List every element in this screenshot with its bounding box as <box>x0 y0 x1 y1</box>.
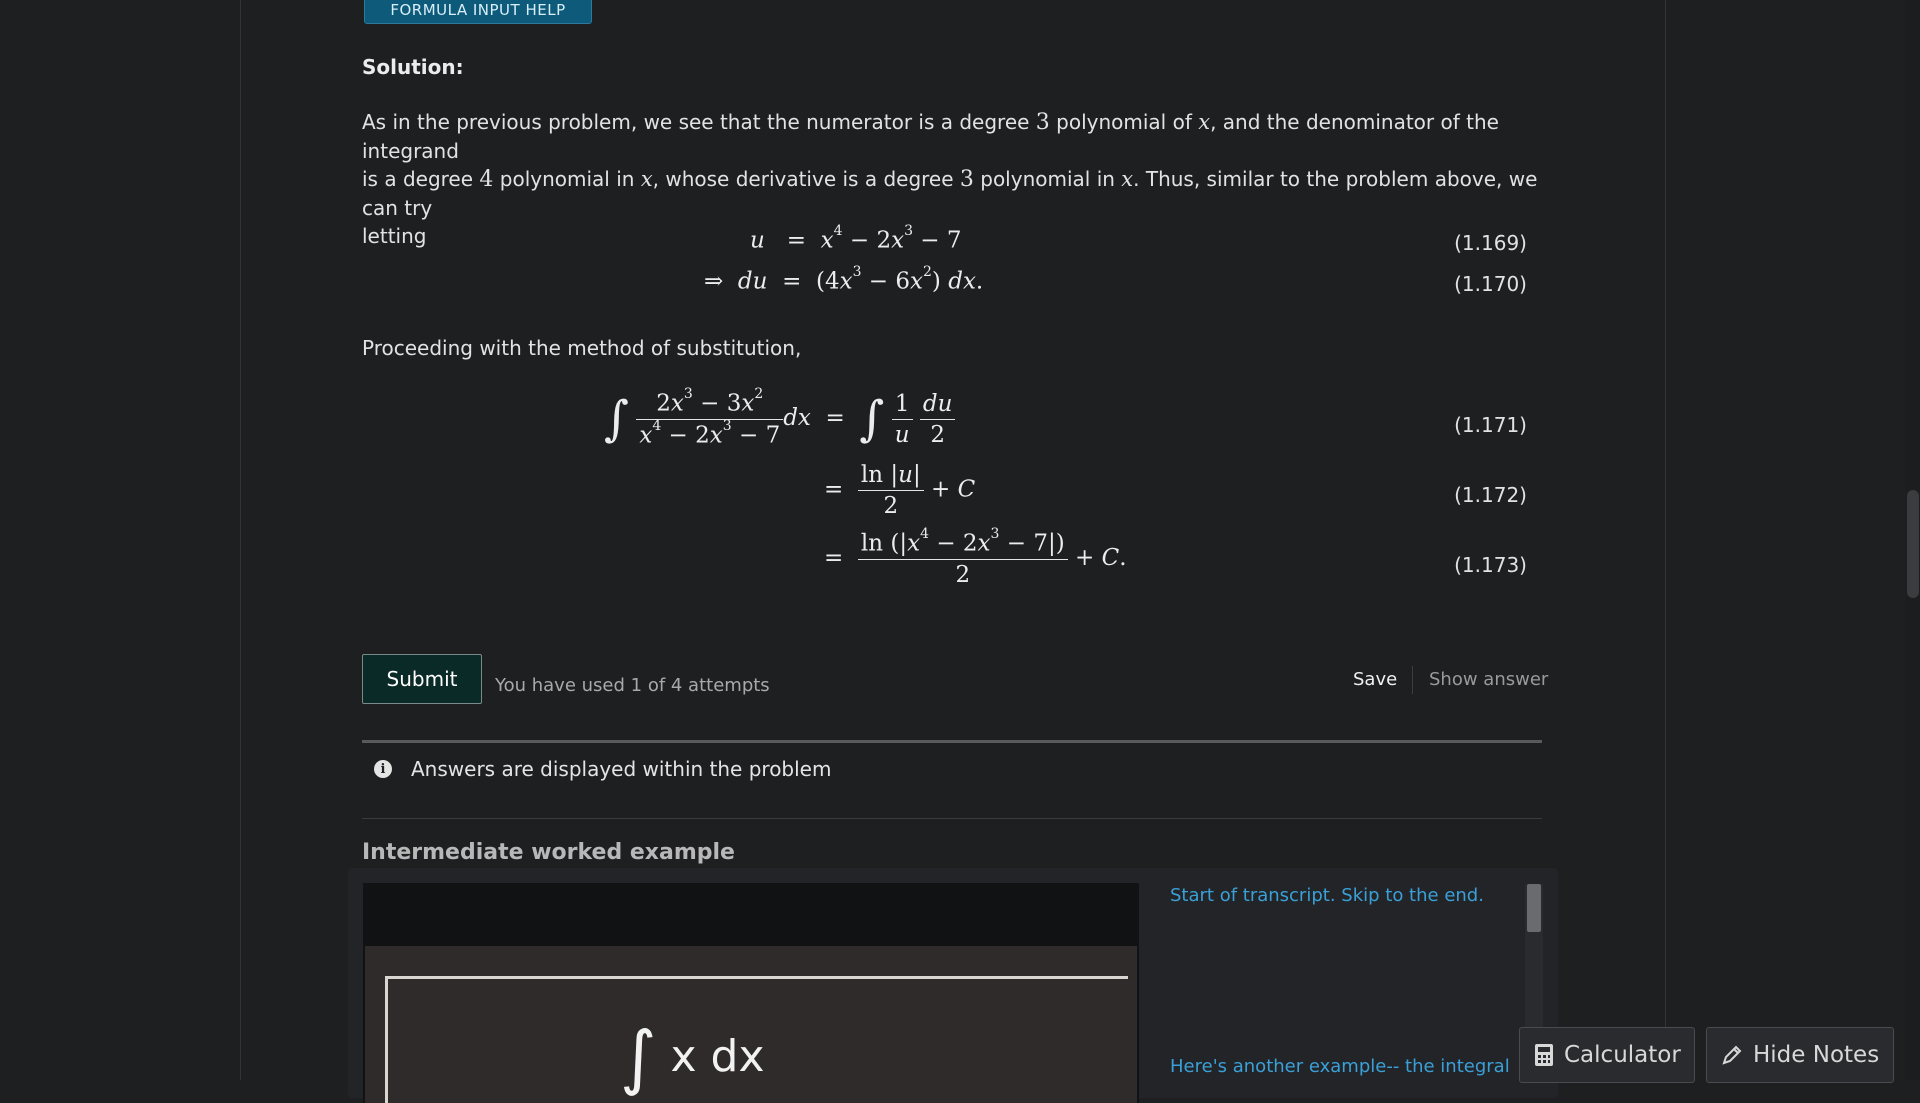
calculator-button[interactable]: Calculator <box>1519 1027 1695 1083</box>
calculator-icon <box>1535 1044 1553 1066</box>
formula-input-help-button[interactable]: FORMULA INPUT HELP <box>364 0 592 24</box>
solution-heading: Solution: <box>362 55 464 79</box>
transcript-start-link[interactable]: Start of transcript. Skip to the end. <box>1170 885 1484 906</box>
page-scrollbar-thumb[interactable] <box>1907 490 1919 598</box>
equation-1-173: = ln (|x4 − 2x3 − 7|) 2 + C. <box>824 526 1127 588</box>
substitution-paragraph: Proceeding with the method of substituti… <box>362 336 802 360</box>
transcript-line-link[interactable]: Here's another example-- the integral <box>1170 1056 1510 1077</box>
video-frame-blackboard: ∫ x dx <box>365 946 1137 1103</box>
hide-notes-label: Hide Notes <box>1753 1042 1880 1068</box>
info-icon: i <box>374 760 392 778</box>
section-divider <box>362 818 1542 819</box>
notification-divider <box>362 740 1542 743</box>
hide-notes-button[interactable]: Hide Notes <box>1706 1027 1894 1083</box>
show-answer-button[interactable]: Show answer <box>1429 669 1548 690</box>
submit-button[interactable]: Submit <box>362 654 482 704</box>
equation-1-170: ⇒ du = (4x3 − 6x2) dx. <box>704 264 984 295</box>
worked-example-heading: Intermediate worked example <box>362 840 735 865</box>
board-handwriting: ∫ x dx <box>620 1016 765 1098</box>
equation-1-172: = ln |u| 2 + C <box>824 462 976 519</box>
transcript-scrollbar-thumb[interactable] <box>1527 884 1541 932</box>
pencil-icon <box>1722 1045 1742 1065</box>
answers-notice: Answers are displayed within the problem <box>411 757 832 781</box>
video-player[interactable]: ∫ x dx <box>363 883 1139 1103</box>
equation-number: (1.173) <box>1454 553 1527 577</box>
equation-number: (1.170) <box>1454 272 1527 296</box>
action-divider <box>1412 666 1413 694</box>
calculator-label: Calculator <box>1564 1042 1681 1068</box>
equation-number: (1.169) <box>1454 231 1527 255</box>
equation-number: (1.172) <box>1454 483 1527 507</box>
attempts-counter: You have used 1 of 4 attempts <box>495 675 770 696</box>
equation-number: (1.171) <box>1454 413 1527 437</box>
equation-1-171: ∫ 2x3 − 3x2 x4 − 2x3 − 7 dx = ∫ 1u du 2 <box>604 386 956 448</box>
equation-1-169: u = x4 − 2x3 − 7 <box>750 223 962 254</box>
save-button[interactable]: Save <box>1353 669 1397 690</box>
